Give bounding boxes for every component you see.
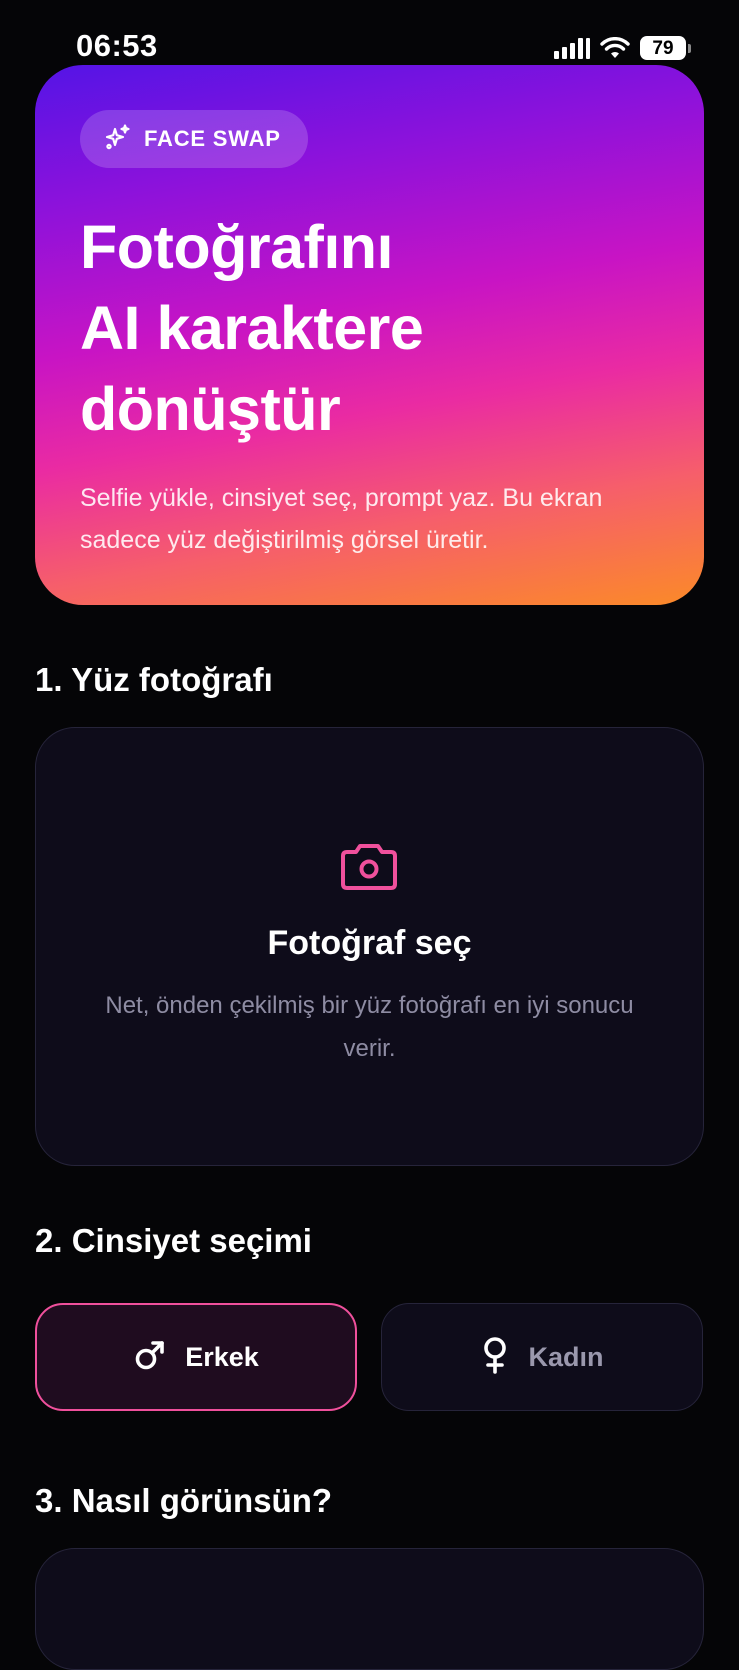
hero-card: FACE SWAP Fotoğrafını AI karaktere dönüş… xyxy=(35,65,704,605)
gender-label-female: Kadın xyxy=(528,1341,604,1372)
female-icon xyxy=(480,1336,510,1378)
cellular-signal-icon xyxy=(554,37,590,59)
camera-icon xyxy=(339,842,399,896)
wifi-icon xyxy=(600,37,630,59)
gender-option-female[interactable]: Kadın xyxy=(381,1303,703,1411)
section-title-face-photo: 1. Yüz fotoğrafı xyxy=(35,661,273,698)
gender-option-male[interactable]: Erkek xyxy=(35,1303,357,1411)
prompt-input-card[interactable] xyxy=(35,1548,704,1670)
section-title-gender: 2. Cinsiyet seçimi xyxy=(35,1222,312,1259)
gender-label-male: Erkek xyxy=(185,1341,259,1372)
battery-level: 79 xyxy=(640,36,686,60)
male-icon xyxy=(133,1338,167,1376)
hero-description: Selfie yükle, cinsiyet seç, prompt yaz. … xyxy=(80,484,603,554)
section-title-appearance: 3. Nasıl görünsün? xyxy=(35,1482,333,1519)
face-swap-badge: FACE SWAP xyxy=(80,110,308,168)
hero-title-line: AI karaktere xyxy=(80,294,424,362)
badge-label: FACE SWAP xyxy=(144,126,281,151)
hero-title: Fotoğrafını AI karaktere dönüştür xyxy=(80,207,640,450)
hero-title-line: dönüştür xyxy=(80,375,341,443)
status-bar: 06:53 79 xyxy=(0,0,739,64)
photo-upload-card[interactable]: Fotoğraf seç Net, önden çekilmiş bir yüz… xyxy=(35,727,704,1166)
battery-icon: 79 xyxy=(640,36,691,60)
status-icons: 79 xyxy=(554,36,691,60)
sparkles-icon xyxy=(104,123,132,155)
status-time: 06:53 xyxy=(76,28,158,63)
upload-title: Fotoğraf seç xyxy=(267,924,472,962)
hero-title-line: Fotoğrafını xyxy=(80,213,394,281)
upload-description: Net, önden çekilmiş bir yüz fotoğrafı en… xyxy=(105,992,634,1062)
